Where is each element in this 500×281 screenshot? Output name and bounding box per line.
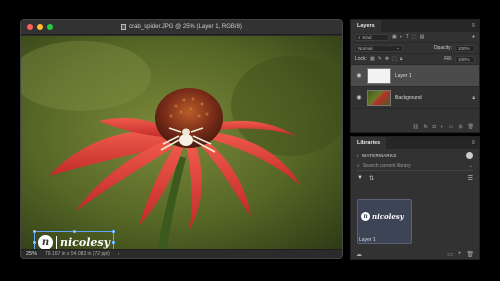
transform-handle[interactable] [33, 241, 36, 244]
filter-icon[interactable]: ▼ [357, 175, 363, 181]
opacity-value: 100% [458, 45, 470, 51]
asset-text: nicolesy [372, 212, 404, 221]
libraries-footer-actions: ▭ + 🗑︎ [447, 251, 474, 258]
lock-label: Lock: [355, 56, 367, 62]
eye-icon[interactable]: ◉ [355, 72, 363, 79]
lock-icon: 🔒︎ [472, 94, 475, 101]
new-group-icon[interactable]: ▭ [449, 124, 454, 130]
libraries-footer: ☁ ▭ + 🗑︎ [351, 249, 479, 259]
chevron-left-icon[interactable]: ‹ [357, 153, 359, 158]
lock-artboard-icon[interactable]: ⬚ [392, 56, 397, 62]
library-select[interactable]: ‹ WATERMARKS [351, 149, 479, 161]
sort-icon[interactable]: ⇅ [369, 175, 374, 182]
chevron-down-icon: ⌄ [396, 45, 400, 50]
photo-crab-spider-on-coneflower [21, 36, 342, 251]
watermark-text: nicolesy [60, 236, 110, 249]
link-layers-icon[interactable]: ⛓ [412, 124, 418, 130]
view-toggle-icon[interactable]: ☰ [468, 175, 473, 182]
smart-object-filter-icon[interactable]: ▤ [420, 34, 425, 40]
watermark-initial-badge: n [38, 235, 53, 250]
cloud-icon[interactable]: ☁ [356, 251, 362, 258]
layer-thumbnail [367, 89, 391, 106]
blend-mode-select[interactable]: Normal ⌄ [355, 44, 403, 52]
panel-menu-icon[interactable]: ≡ [471, 23, 475, 29]
lock-all-icon[interactable]: 🔒︎ [400, 56, 403, 62]
layers-filter-row: ⌕ Kind ▣ ◐ T ⬚ ▤ ● [351, 32, 479, 43]
status-zoom[interactable]: 25% [26, 251, 37, 257]
watermark-divider [56, 236, 57, 249]
adjustment-filter-icon[interactable]: ◐ [400, 34, 403, 40]
layers-tabbar: Layers ≡ [351, 20, 479, 32]
layers-panel: Layers ≡ ⌕ Kind ▣ ◐ T ⬚ ▤ ● Normal ⌄ Opa… [350, 19, 480, 133]
filter-toggle-icon[interactable]: ● [472, 34, 475, 40]
add-mask-icon[interactable]: ◘ [433, 124, 436, 130]
layer-name: Background [395, 94, 422, 101]
layer-name: Layer 1 [395, 72, 412, 79]
document-title: crab_spider.JPG @ 25% (Layer 1, RGB/8) [129, 24, 242, 30]
status-info: 79.167 in x 54.083 in (72 ppi) [45, 251, 110, 257]
new-layer-icon[interactable]: ⊞ [458, 124, 462, 130]
document-statusbar: 25% 79.167 in x 54.083 in (72 ppi) › [21, 249, 342, 258]
document-title-wrap: crab_spider.JPG @ 25% (Layer 1, RGB/8) [21, 24, 342, 30]
libraries-tabbar: Libraries ≡ [351, 137, 479, 149]
transform-handle[interactable] [112, 230, 115, 233]
fill-input[interactable]: 100% [455, 55, 475, 63]
watermark-initial: n [41, 237, 50, 248]
collaborator-avatar[interactable] [466, 151, 473, 159]
folder-icon[interactable]: ▭ [447, 251, 453, 258]
layer-row-layer-1[interactable]: ◉ Layer 1 [351, 65, 479, 87]
lock-pixels-icon[interactable]: ✎ [378, 56, 382, 62]
tab-libraries[interactable]: Libraries [351, 137, 387, 149]
library-search-input[interactable]: ⌕ Search current library ⌄ [357, 162, 473, 171]
transform-handle[interactable] [33, 230, 36, 233]
libraries-panel: Libraries ≡ ‹ WATERMARKS ⌕ Search curren… [350, 136, 480, 260]
document-icon [121, 24, 127, 30]
fill-label: Fill: [444, 56, 452, 62]
asset-initial-badge: n [361, 212, 370, 221]
trash-icon[interactable]: 🗑︎ [468, 124, 474, 130]
library-search-placeholder: Search current library [362, 163, 411, 169]
adjustment-layer-icon[interactable]: ◐ [441, 124, 444, 130]
opacity-label: Opacity: [433, 45, 452, 51]
transform-handle[interactable] [112, 241, 115, 244]
pixel-filter-icon[interactable]: ▣ [392, 34, 397, 40]
search-icon: ⌕ [357, 163, 360, 169]
asset-initial: n [363, 213, 368, 220]
blend-mode-value: Normal [358, 45, 373, 51]
kind-filter-select[interactable]: ⌕ Kind [355, 33, 389, 41]
library-toolbar: ▼ ⇅ ☰ [351, 172, 479, 184]
lock-fill-row: Lock: ▦ ✎ ✥ ⬚ 🔒︎ Fill: 100% [351, 54, 479, 65]
panel-menu-icon[interactable]: ≡ [471, 140, 475, 146]
search-icon: ⌕ [358, 34, 361, 40]
trash-icon[interactable]: 🗑︎ [466, 251, 474, 258]
transform-handle[interactable] [73, 230, 76, 233]
asset-watermark-preview: n nicolesy [361, 212, 404, 221]
lock-position-icon[interactable]: ✥ [385, 56, 389, 62]
status-arrow-icon[interactable]: › [118, 251, 120, 257]
library-name: WATERMARKS [361, 152, 397, 158]
shape-filter-icon[interactable]: ⬚ [412, 34, 417, 40]
layers-footer: ⛓ fx ◘ ◐ ▭ ⊞ 🗑︎ [351, 122, 479, 132]
type-filter-icon[interactable]: T [406, 34, 409, 40]
fx-icon[interactable]: fx [424, 124, 428, 130]
layer-thumbnail [367, 67, 391, 84]
opacity-input[interactable]: 100% [455, 44, 475, 52]
fill-value: 100% [458, 56, 470, 62]
chevron-down-icon[interactable]: ⌄ [469, 163, 473, 169]
add-asset-icon[interactable]: + [458, 251, 462, 258]
layer-row-background[interactable]: ◉ Background 🔒︎ [351, 87, 479, 109]
tab-layers[interactable]: Layers [351, 20, 381, 32]
lock-transparent-icon[interactable]: ▦ [370, 56, 375, 62]
blend-opacity-row: Normal ⌄ Opacity: 100% [351, 43, 479, 54]
kind-filter-label: Kind [362, 34, 372, 40]
image-canvas[interactable]: n nicolesy [21, 36, 342, 251]
asset-label: Layer 1 [359, 237, 376, 243]
document-titlebar: crab_spider.JPG @ 25% (Layer 1, RGB/8) [21, 20, 342, 35]
eye-icon[interactable]: ◉ [355, 94, 363, 101]
document-window: crab_spider.JPG @ 25% (Layer 1, RGB/8) n… [20, 19, 343, 259]
watermark-layer[interactable]: n nicolesy [33, 230, 115, 251]
